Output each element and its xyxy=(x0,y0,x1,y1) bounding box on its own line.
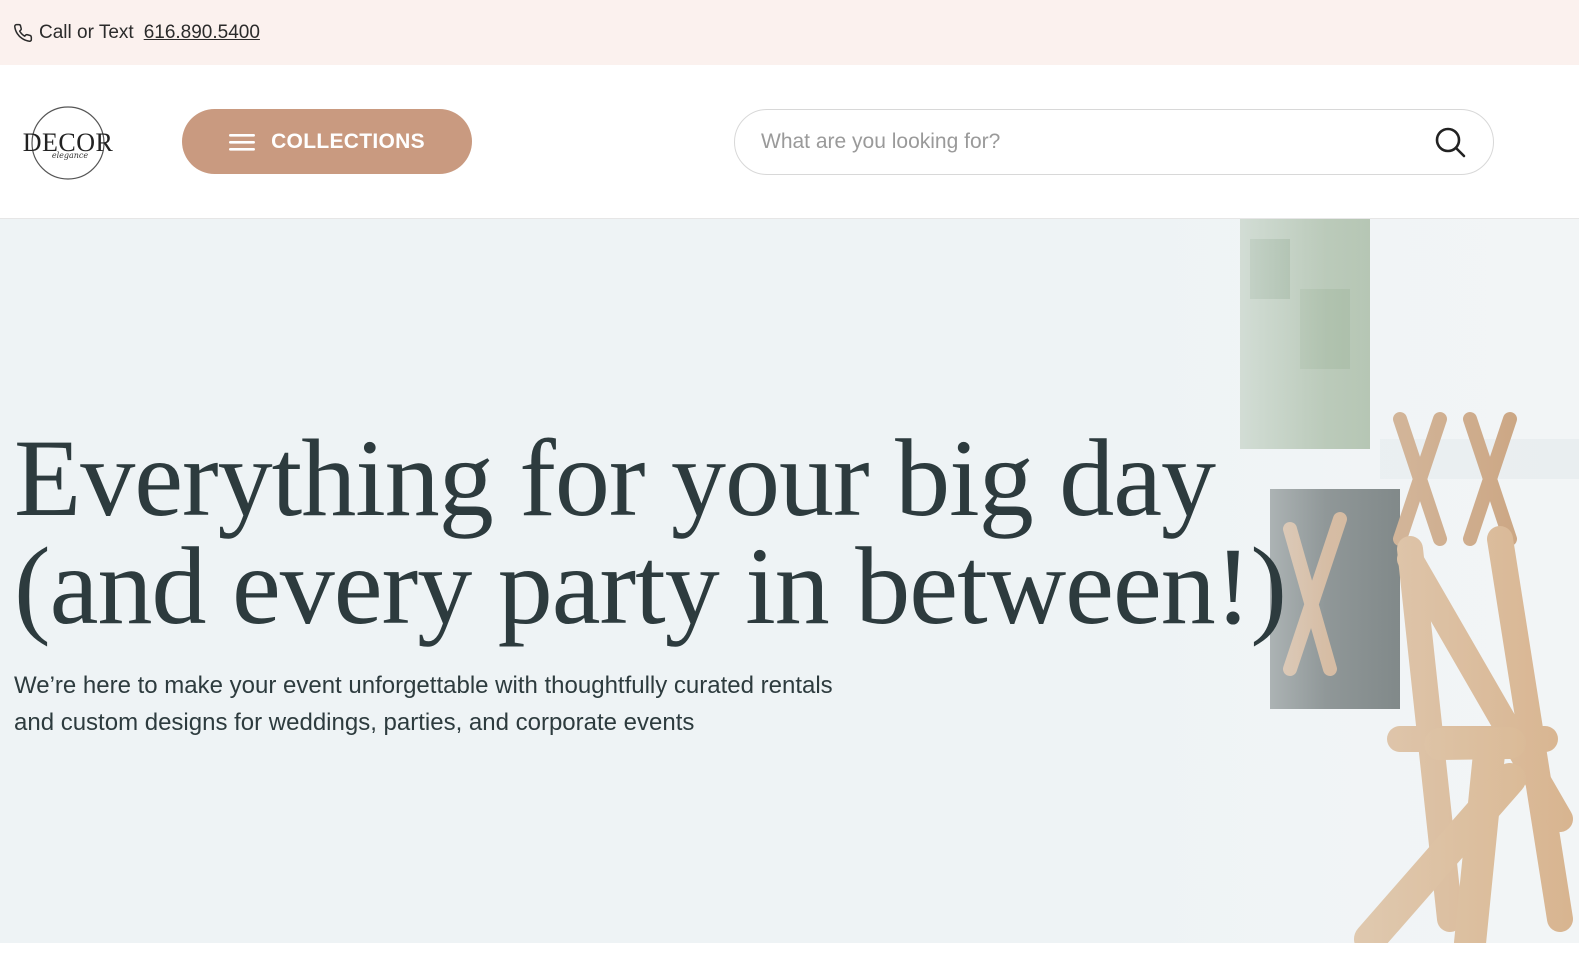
hero-section: Everything for your big day (and every p… xyxy=(0,219,1579,943)
svg-text:elegance: elegance xyxy=(52,151,89,160)
decor-elegance-logo[interactable]: DECOR elegance xyxy=(18,105,122,181)
hero-subtext-line-1: We’re here to make your event unforgetta… xyxy=(14,672,833,699)
search-input[interactable] xyxy=(761,130,1433,154)
hero-headline-line-2: (and every party in between!) xyxy=(14,525,1287,647)
collections-menu-button[interactable]: COLLECTIONS xyxy=(182,109,472,174)
hamburger-menu-icon xyxy=(229,132,256,152)
search-icon[interactable] xyxy=(1433,125,1467,159)
divider xyxy=(0,943,1579,956)
hero-headline-line-1: Everything for your big day xyxy=(14,417,1216,539)
site-header: DECOR elegance COLLECTIONS xyxy=(0,65,1579,219)
top-contact-bar: Call or Text 616.890.5400 xyxy=(0,0,1579,65)
phone-icon xyxy=(13,23,33,43)
contact-label: Call or Text xyxy=(39,21,134,43)
search-bar xyxy=(734,109,1494,175)
hero-subtext-line-2: and custom designs for weddings, parties… xyxy=(14,709,695,736)
hero-headline: Everything for your big day (and every p… xyxy=(14,417,1514,647)
hero-subtext: We’re here to make your event unforgetta… xyxy=(14,667,1014,741)
collections-label: COLLECTIONS xyxy=(271,129,425,153)
phone-number-link[interactable]: 616.890.5400 xyxy=(144,22,260,44)
